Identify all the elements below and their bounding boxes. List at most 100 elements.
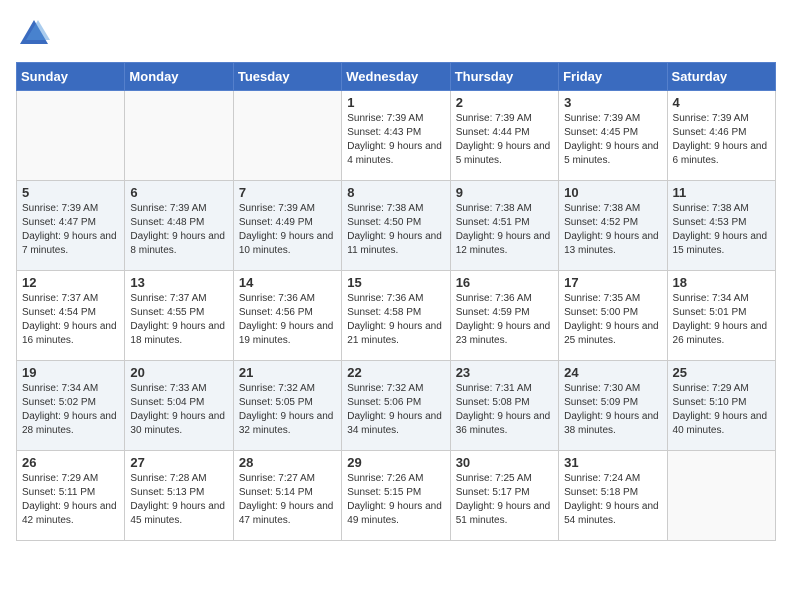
day-number: 10 [564,185,661,200]
day-number: 21 [239,365,336,380]
day-number: 8 [347,185,444,200]
calendar-week-row: 5 Sunrise: 7:39 AM Sunset: 4:47 PM Daylig… [17,181,776,271]
calendar-cell: 31 Sunrise: 7:24 AM Sunset: 5:18 PM Dayli… [559,451,667,541]
calendar-cell: 6 Sunrise: 7:39 AM Sunset: 4:48 PM Daylig… [125,181,233,271]
calendar-cell: 21 Sunrise: 7:32 AM Sunset: 5:05 PM Dayli… [233,361,341,451]
day-content: Sunrise: 7:35 AM Sunset: 5:00 PM Dayligh… [564,292,661,348]
calendar-week-row: 26 Sunrise: 7:29 AM Sunset: 5:11 PM Dayli… [17,451,776,541]
calendar-cell: 19Sunrise: 7:34 AM Sunset: 5:02 PM Dayli… [17,361,125,451]
calendar-table: SundayMondayTuesdayWednesdayThursdayFrid… [16,62,776,541]
calendar-cell: 1 Sunrise: 7:39 AM Sunset: 4:43 PM Daylig… [342,91,450,181]
day-content: Sunrise: 7:34 AM Sunset: 5:01 PM Dayligh… [673,292,770,348]
calendar-cell: 15 Sunrise: 7:36 AM Sunset: 4:58 PM Dayli… [342,271,450,361]
day-number: 14 [239,275,336,290]
day-content: Sunrise: 7:34 AM Sunset: 5:02 PM Dayligh… [22,382,119,438]
day-content: Sunrise: 7:39 AM Sunset: 4:46 PM Dayligh… [673,112,770,168]
day-number: 27 [130,455,227,470]
day-number: 23 [456,365,553,380]
column-header-sunday: Sunday [17,63,125,91]
calendar-cell: 20Sunrise: 7:33 AM Sunset: 5:04 PM Dayli… [125,361,233,451]
day-number: 24 [564,365,661,380]
day-content: Sunrise: 7:37 AM Sunset: 4:55 PM Dayligh… [130,292,227,348]
calendar-cell: 24 Sunrise: 7:30 AM Sunset: 5:09 PM Dayli… [559,361,667,451]
logo-icon [16,16,52,52]
day-number: 30 [456,455,553,470]
day-number: 16 [456,275,553,290]
day-content: Sunrise: 7:29 AM Sunset: 5:11 PM Dayligh… [22,472,119,528]
day-content: Sunrise: 7:39 AM Sunset: 4:45 PM Dayligh… [564,112,661,168]
day-content: Sunrise: 7:26 AM Sunset: 5:15 PM Dayligh… [347,472,444,528]
day-content: Sunrise: 7:32 AM Sunset: 5:05 PM Dayligh… [239,382,336,438]
calendar-cell: 7 Sunrise: 7:39 AM Sunset: 4:49 PM Daylig… [233,181,341,271]
calendar-cell [125,91,233,181]
calendar-cell: 11 Sunrise: 7:38 AM Sunset: 4:53 PM Dayli… [667,181,775,271]
day-content: Sunrise: 7:36 AM Sunset: 4:56 PM Dayligh… [239,292,336,348]
day-number: 1 [347,95,444,110]
day-content: Sunrise: 7:39 AM Sunset: 4:49 PM Dayligh… [239,202,336,258]
day-number: 11 [673,185,770,200]
day-number: 13 [130,275,227,290]
calendar-cell: 8 Sunrise: 7:38 AM Sunset: 4:50 PM Daylig… [342,181,450,271]
day-number: 5 [22,185,119,200]
day-content: Sunrise: 7:31 AM Sunset: 5:08 PM Dayligh… [456,382,553,438]
calendar-cell: 5 Sunrise: 7:39 AM Sunset: 4:47 PM Daylig… [17,181,125,271]
calendar-cell: 25Sunrise: 7:29 AM Sunset: 5:10 PM Dayli… [667,361,775,451]
day-content: Sunrise: 7:27 AM Sunset: 5:14 PM Dayligh… [239,472,336,528]
calendar-cell: 23 Sunrise: 7:31 AM Sunset: 5:08 PM Dayli… [450,361,558,451]
calendar-week-row: 12Sunrise: 7:37 AM Sunset: 4:54 PM Dayli… [17,271,776,361]
day-number: 22 [347,365,444,380]
calendar-week-row: 19Sunrise: 7:34 AM Sunset: 5:02 PM Dayli… [17,361,776,451]
calendar-cell: 4 Sunrise: 7:39 AM Sunset: 4:46 PM Daylig… [667,91,775,181]
day-content: Sunrise: 7:38 AM Sunset: 4:50 PM Dayligh… [347,202,444,258]
day-content: Sunrise: 7:24 AM Sunset: 5:18 PM Dayligh… [564,472,661,528]
day-number: 4 [673,95,770,110]
logo [16,16,56,52]
day-content: Sunrise: 7:33 AM Sunset: 5:04 PM Dayligh… [130,382,227,438]
calendar-cell: 27 Sunrise: 7:28 AM Sunset: 5:13 PM Dayli… [125,451,233,541]
calendar-cell: 9 Sunrise: 7:38 AM Sunset: 4:51 PM Daylig… [450,181,558,271]
calendar-cell: 30Sunrise: 7:25 AM Sunset: 5:17 PM Dayli… [450,451,558,541]
calendar-cell: 10 Sunrise: 7:38 AM Sunset: 4:52 PM Dayli… [559,181,667,271]
day-content: Sunrise: 7:38 AM Sunset: 4:53 PM Dayligh… [673,202,770,258]
calendar-cell: 22 Sunrise: 7:32 AM Sunset: 5:06 PM Dayli… [342,361,450,451]
calendar-cell: 14 Sunrise: 7:36 AM Sunset: 4:56 PM Dayli… [233,271,341,361]
column-header-wednesday: Wednesday [342,63,450,91]
calendar-cell: 29Sunrise: 7:26 AM Sunset: 5:15 PM Dayli… [342,451,450,541]
day-number: 25 [673,365,770,380]
day-content: Sunrise: 7:39 AM Sunset: 4:43 PM Dayligh… [347,112,444,168]
day-number: 2 [456,95,553,110]
day-number: 15 [347,275,444,290]
calendar-cell: 2Sunrise: 7:39 AM Sunset: 4:44 PM Daylig… [450,91,558,181]
day-content: Sunrise: 7:28 AM Sunset: 5:13 PM Dayligh… [130,472,227,528]
calendar-header-row: SundayMondayTuesdayWednesdayThursdayFrid… [17,63,776,91]
calendar-week-row: 1 Sunrise: 7:39 AM Sunset: 4:43 PM Daylig… [17,91,776,181]
column-header-monday: Monday [125,63,233,91]
calendar-cell: 16 Sunrise: 7:36 AM Sunset: 4:59 PM Dayli… [450,271,558,361]
day-number: 31 [564,455,661,470]
day-number: 28 [239,455,336,470]
day-content: Sunrise: 7:39 AM Sunset: 4:48 PM Dayligh… [130,202,227,258]
day-content: Sunrise: 7:36 AM Sunset: 4:58 PM Dayligh… [347,292,444,348]
day-content: Sunrise: 7:36 AM Sunset: 4:59 PM Dayligh… [456,292,553,348]
column-header-friday: Friday [559,63,667,91]
calendar-cell: 26 Sunrise: 7:29 AM Sunset: 5:11 PM Dayli… [17,451,125,541]
day-content: Sunrise: 7:38 AM Sunset: 4:51 PM Dayligh… [456,202,553,258]
day-content: Sunrise: 7:38 AM Sunset: 4:52 PM Dayligh… [564,202,661,258]
calendar-cell [667,451,775,541]
day-number: 6 [130,185,227,200]
day-content: Sunrise: 7:39 AM Sunset: 4:47 PM Dayligh… [22,202,119,258]
calendar-cell: 17 Sunrise: 7:35 AM Sunset: 5:00 PM Dayli… [559,271,667,361]
day-content: Sunrise: 7:32 AM Sunset: 5:06 PM Dayligh… [347,382,444,438]
day-content: Sunrise: 7:30 AM Sunset: 5:09 PM Dayligh… [564,382,661,438]
day-number: 7 [239,185,336,200]
column-header-tuesday: Tuesday [233,63,341,91]
day-number: 26 [22,455,119,470]
day-number: 17 [564,275,661,290]
page-header [16,16,776,52]
day-number: 9 [456,185,553,200]
day-number: 18 [673,275,770,290]
day-content: Sunrise: 7:37 AM Sunset: 4:54 PM Dayligh… [22,292,119,348]
calendar-cell: 13 Sunrise: 7:37 AM Sunset: 4:55 PM Dayli… [125,271,233,361]
column-header-thursday: Thursday [450,63,558,91]
calendar-cell: 12Sunrise: 7:37 AM Sunset: 4:54 PM Dayli… [17,271,125,361]
